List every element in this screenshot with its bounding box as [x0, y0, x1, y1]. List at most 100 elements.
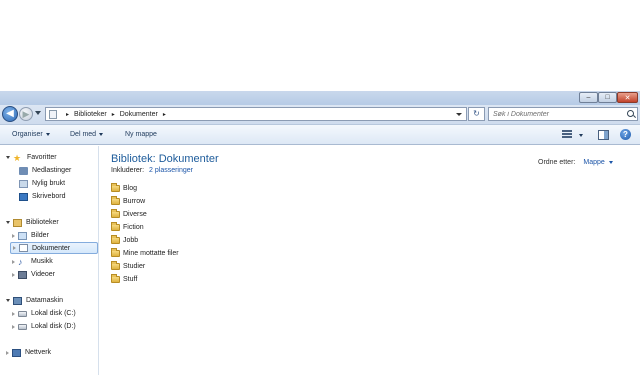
- nav-favorites[interactable]: ★ Favoritter: [6, 152, 57, 163]
- nav-downloads-label: Nedlastinger: [32, 167, 72, 174]
- folder-name: Mine mottatte filer: [123, 250, 179, 257]
- change-view-icon[interactable]: [562, 130, 572, 139]
- documents-library-icon: [19, 244, 28, 252]
- nav-documents-label: Dokumenter: [32, 244, 71, 252]
- folder-item[interactable]: Mine mottatte filer: [111, 247, 179, 260]
- collapsed-arrow-icon[interactable]: [12, 259, 15, 264]
- nav-documents[interactable]: Dokumenter: [10, 242, 98, 254]
- arrange-by: Ordne etter: Mappe: [538, 159, 613, 166]
- folder-name: Fiction: [123, 224, 144, 231]
- folder-icon: [111, 261, 120, 270]
- folder-name: Studier: [123, 263, 146, 270]
- folder-icon: [111, 235, 120, 244]
- expanded-arrow-icon[interactable]: [6, 299, 10, 302]
- folder-item[interactable]: Studier: [111, 260, 179, 273]
- nav-desktop-label: Skrivebord: [32, 193, 66, 200]
- folder-name: Burrow: [123, 198, 146, 205]
- nav-libraries-label: Biblioteker: [26, 219, 59, 226]
- help-icon[interactable]: ?: [620, 129, 631, 140]
- nav-downloads[interactable]: Nedlastinger: [19, 165, 71, 176]
- folder-icon: [111, 209, 120, 218]
- library-includes: Inkluderer: 2 plasseringer: [111, 167, 193, 174]
- libraries-icon: [13, 218, 22, 227]
- nav-pictures[interactable]: Bilder: [12, 230, 49, 241]
- search-icon[interactable]: [627, 110, 634, 117]
- chevron-down-icon: [45, 133, 50, 136]
- nav-videos[interactable]: Videoer: [12, 269, 55, 280]
- network-icon: [12, 348, 21, 357]
- nav-network[interactable]: Nettverk: [6, 347, 51, 358]
- collapsed-arrow-icon[interactable]: [6, 350, 9, 355]
- computer-icon: [13, 296, 22, 305]
- collapsed-arrow-icon[interactable]: [12, 311, 15, 316]
- organize-button[interactable]: Organiser: [12, 131, 50, 138]
- expanded-arrow-icon[interactable]: [6, 221, 10, 224]
- breadcrumb-separator-icon[interactable]: ▸: [66, 111, 69, 118]
- breadcrumb-libraries[interactable]: Biblioteker: [74, 111, 107, 118]
- address-bar[interactable]: ▸ Biblioteker ▸ Dokumenter ▸: [45, 107, 467, 121]
- nav-pictures-label: Bilder: [31, 232, 49, 239]
- back-arrow-icon: ◀: [6, 108, 14, 119]
- nav-recent-places[interactable]: Nylig brukt: [19, 178, 65, 189]
- folder-item[interactable]: Fiction: [111, 221, 179, 234]
- library-location-icon: [49, 109, 57, 119]
- breadcrumb-separator-icon[interactable]: ▸: [112, 111, 115, 118]
- new-folder-button[interactable]: Ny mappe: [125, 131, 157, 138]
- address-history-dropdown[interactable]: [456, 113, 462, 116]
- nav-disk-c-label: Lokal disk (C:): [31, 310, 76, 317]
- title-bar: – □ ✕: [0, 91, 640, 105]
- address-row: ◀ ▶ ▸ Biblioteker ▸ Dokumenter ▸ ↻: [0, 105, 640, 124]
- close-button[interactable]: ✕: [617, 92, 638, 103]
- hard-disk-icon: [18, 323, 27, 330]
- back-button[interactable]: ◀: [2, 106, 18, 122]
- maximize-button[interactable]: □: [598, 92, 617, 103]
- pictures-library-icon: [18, 231, 27, 240]
- new-folder-label: Ny mappe: [125, 131, 157, 138]
- chevron-down-icon[interactable]: [608, 161, 613, 164]
- collapsed-arrow-icon[interactable]: [12, 272, 15, 277]
- organize-label: Organiser: [12, 131, 43, 138]
- command-bar: Organiser Del med Ny mappe ?: [0, 124, 640, 145]
- library-title: Bibliotek: Dokumenter: [111, 153, 219, 165]
- collapsed-arrow-icon[interactable]: [12, 233, 15, 238]
- breadcrumb-documents[interactable]: Dokumenter: [120, 111, 158, 118]
- nav-disk-d-label: Lokal disk (D:): [31, 323, 76, 330]
- expanded-arrow-icon[interactable]: [6, 156, 10, 159]
- refresh-button[interactable]: ↻: [468, 107, 485, 121]
- preview-pane-icon[interactable]: [598, 130, 609, 140]
- recent-places-icon: [19, 179, 28, 188]
- navigation-pane: ★ Favoritter Nedlastinger Nylig brukt Sk…: [0, 146, 99, 375]
- nav-disk-d[interactable]: Lokal disk (D:): [12, 321, 76, 332]
- forward-button[interactable]: ▶: [19, 107, 33, 121]
- chevron-down-icon: [99, 133, 104, 136]
- nav-music-label: Musikk: [31, 258, 53, 265]
- search-box[interactable]: [488, 107, 638, 121]
- nav-computer-label: Datamaskin: [26, 297, 63, 304]
- arrange-by-dropdown[interactable]: Mappe: [583, 159, 604, 166]
- includes-label: Inkluderer:: [111, 167, 145, 174]
- collapsed-arrow-icon[interactable]: [13, 246, 16, 250]
- folder-item[interactable]: Stuff: [111, 273, 179, 286]
- nav-music[interactable]: ♪ Musikk: [12, 256, 53, 267]
- recent-pages-dropdown[interactable]: [35, 111, 41, 115]
- nav-desktop[interactable]: Skrivebord: [19, 191, 65, 202]
- folder-item[interactable]: Blog: [111, 182, 179, 195]
- nav-computer[interactable]: Datamaskin: [6, 295, 63, 306]
- nav-libraries[interactable]: Biblioteker: [6, 217, 59, 228]
- folder-item[interactable]: Diverse: [111, 208, 179, 221]
- nav-disk-c[interactable]: Lokal disk (C:): [12, 308, 76, 319]
- share-with-button[interactable]: Del med: [70, 131, 104, 138]
- blank-area-above-window: [0, 0, 640, 91]
- folder-item[interactable]: Burrow: [111, 195, 179, 208]
- collapsed-arrow-icon[interactable]: [12, 324, 15, 329]
- minimize-button[interactable]: –: [579, 92, 598, 103]
- breadcrumb-separator-icon[interactable]: ▸: [163, 111, 166, 118]
- locations-link[interactable]: 2 plasseringer: [149, 167, 193, 174]
- search-input[interactable]: [489, 108, 619, 120]
- downloads-folder-icon: [19, 166, 28, 175]
- folder-name: Diverse: [123, 211, 147, 218]
- videos-library-icon: [18, 270, 27, 279]
- nav-network-label: Nettverk: [25, 349, 52, 356]
- folder-item[interactable]: Jobb: [111, 234, 179, 247]
- view-options-dropdown[interactable]: [579, 134, 583, 137]
